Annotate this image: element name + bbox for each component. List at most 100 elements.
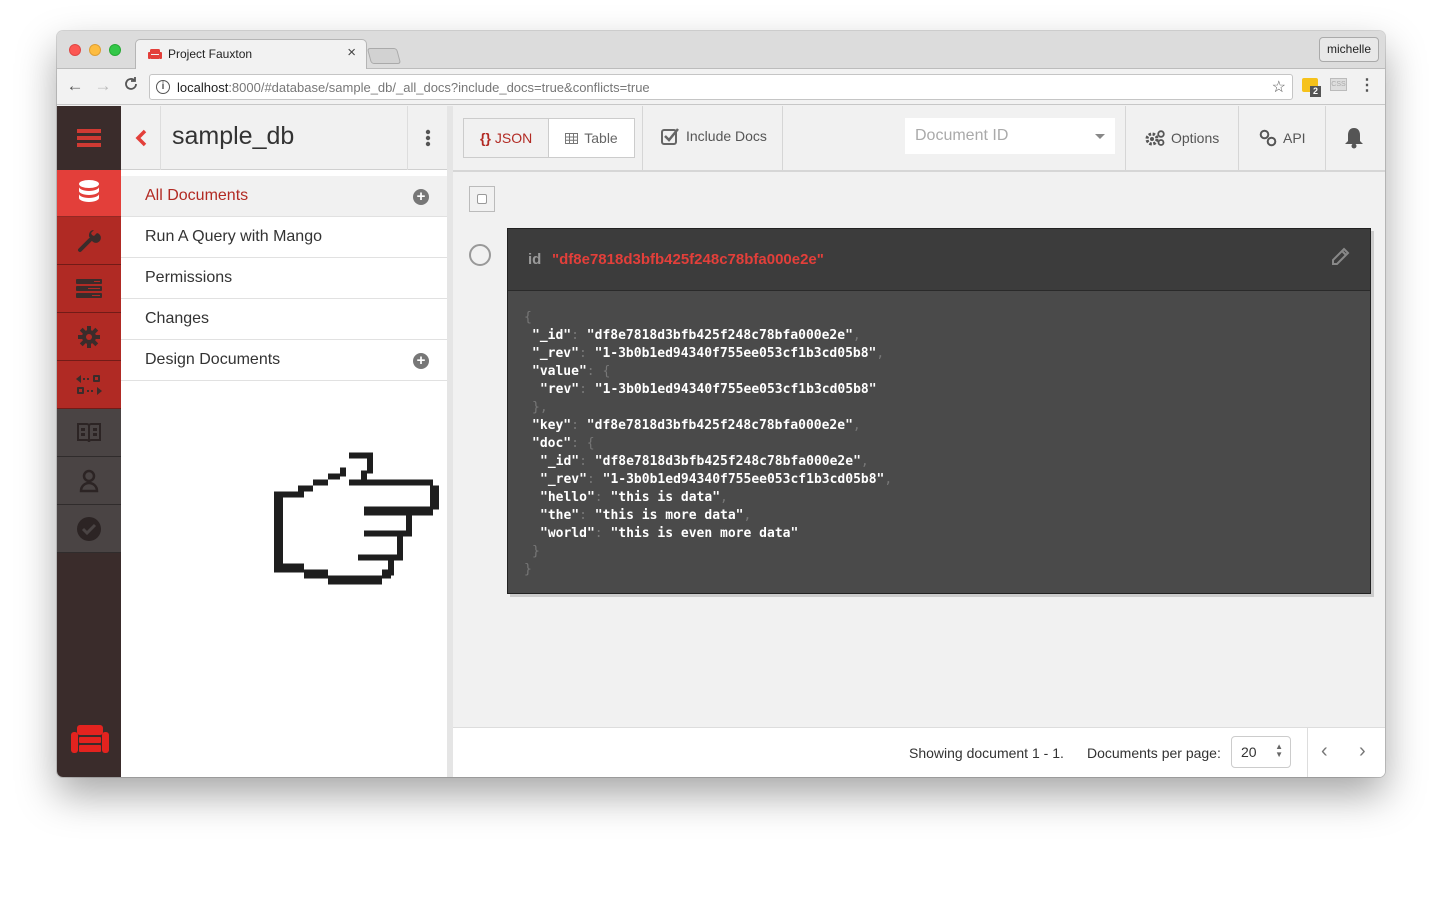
tab-close-icon[interactable]: × (347, 44, 356, 61)
json-colon: : (579, 454, 595, 469)
json-line: "_id": "df8e7818d3bfb425f248c78bfa000e2e… (524, 327, 1370, 345)
sidebar-item-all-documents[interactable]: All Documents + (121, 176, 447, 217)
user-icon (79, 469, 99, 492)
nav-documentation[interactable] (57, 409, 121, 457)
json-line: "doc": { (524, 435, 1370, 453)
json-key: "_rev" (540, 472, 587, 487)
reload-icon[interactable] (121, 76, 141, 97)
header-divider (642, 106, 643, 170)
add-document-icon[interactable]: + (413, 189, 429, 205)
nav-replication[interactable] (57, 361, 121, 409)
browser-toolbar: ← → i localhost:8000/#database/sample_db… (57, 69, 1385, 105)
json-colon: : (586, 364, 603, 379)
per-page-label: Documents per page: (1087, 745, 1221, 761)
address-bar[interactable]: i localhost:8000/#database/sample_db/_al… (149, 74, 1293, 100)
close-window-button[interactable] (69, 44, 81, 56)
json-key: "hello" (540, 490, 595, 505)
options-button[interactable]: Options (1145, 106, 1219, 170)
nav-databases[interactable] (57, 170, 121, 217)
server-list-icon (76, 278, 102, 298)
json-colon: : (579, 508, 595, 523)
fauxton-app: sample_db All Documents + Run A Query wi… (57, 106, 1385, 777)
chevron-left-icon (135, 129, 146, 147)
json-line: } (524, 543, 1370, 561)
document-select-radio[interactable] (469, 244, 491, 266)
document-id-input[interactable]: Document ID (905, 118, 1115, 154)
forward-arrow-icon[interactable]: → (93, 76, 113, 96)
link-icon (1259, 129, 1277, 147)
reload-glyph (125, 77, 137, 90)
json-line: "key": "df8e7818d3bfb425f248c78bfa000e2e… (524, 417, 1370, 435)
json-colon: : (571, 418, 587, 433)
json-colon: : (571, 436, 587, 451)
back-button[interactable] (121, 106, 161, 170)
add-design-document-icon[interactable]: + (413, 353, 429, 369)
url-text[interactable]: localhost:8000/#database/sample_db/_all_… (177, 80, 650, 95)
info-icon[interactable]: i (156, 80, 170, 94)
json-line: }, (524, 399, 1370, 417)
checkbox-checked-icon (661, 128, 679, 145)
nav-active-tasks[interactable] (57, 265, 121, 313)
table-view-button[interactable]: Table (549, 119, 634, 157)
nav-user[interactable] (57, 457, 121, 505)
json-key: "_rev" (532, 346, 579, 361)
minimize-window-button[interactable] (89, 44, 101, 56)
browser-menu-icon[interactable]: ⋮ (1359, 75, 1375, 95)
doc-id-value: "df8e7818d3bfb425f248c78bfa000e2e" (552, 251, 824, 268)
database-options-button[interactable] (407, 106, 447, 170)
next-page-button[interactable]: › (1359, 740, 1366, 763)
css-extension-icon[interactable]: CSS (1330, 78, 1347, 91)
json-value: "1-3b0b1ed94340f755ee053cf1b3cd05b8" (594, 382, 877, 397)
json-label: JSON (494, 130, 533, 146)
nav-setup[interactable] (57, 217, 121, 265)
json-value: "df8e7818d3bfb425f248c78bfa000e2e" (594, 454, 861, 469)
json-colon: : (594, 490, 611, 505)
json-punctuation: , (743, 508, 752, 523)
json-value: "this is data" (610, 490, 721, 505)
braces-icon: {} (480, 130, 491, 146)
header-divider (1125, 106, 1126, 170)
maximize-window-button[interactable] (109, 44, 121, 56)
sidebar-item-mango-query[interactable]: Run A Query with Mango (121, 217, 447, 258)
gear-icon (78, 325, 100, 348)
per-page-select[interactable]: 20 ▲ ▼ (1231, 736, 1291, 768)
view-toggle: {} JSON Table (463, 118, 635, 158)
notifications-button[interactable] (1343, 106, 1365, 170)
pencil-icon[interactable] (1330, 247, 1350, 272)
json-view-button[interactable]: {} JSON (464, 119, 550, 157)
sidebar-item-design-documents[interactable]: Design Documents + (121, 340, 447, 381)
json-line: } (524, 561, 1370, 579)
chevron-down-icon[interactable] (1095, 134, 1105, 139)
nav-config[interactable] (57, 313, 121, 361)
showing-status: Showing document 1 - 1. (909, 745, 1064, 761)
hamburger-menu-button[interactable] (57, 106, 121, 170)
sidebar-item-label: Design Documents (145, 351, 281, 368)
documents-content: id "df8e7818d3bfb425f248c78bfa000e2e" {"… (453, 172, 1385, 727)
updown-arrows-icon: ▲ ▼ (1275, 742, 1283, 759)
json-line: "_rev": "1-3b0b1ed94340f755ee053cf1b3cd0… (524, 471, 1370, 489)
json-punctuation: , (720, 490, 728, 505)
api-button[interactable]: API (1259, 106, 1306, 170)
include-docs-toggle[interactable]: Include Docs (661, 127, 767, 145)
bookmark-star-icon[interactable]: ☆ (1272, 77, 1286, 97)
json-punctuation: } (524, 562, 532, 577)
url-host: localhost (177, 80, 229, 95)
previous-page-button[interactable]: ‹ (1321, 740, 1328, 763)
json-line: "value": { (524, 363, 1370, 381)
json-line: "the": "this is more data", (524, 507, 1370, 525)
select-all-checkbox[interactable] (469, 186, 495, 212)
nav-verify[interactable] (57, 505, 121, 553)
sidebar-item-permissions[interactable]: Permissions (121, 258, 447, 299)
document-card[interactable]: id "df8e7818d3bfb425f248c78bfa000e2e" {"… (507, 228, 1371, 594)
sidebar-item-changes[interactable]: Changes (121, 299, 447, 340)
json-key: "value" (532, 364, 587, 379)
browser-tab[interactable]: Project Fauxton × (135, 39, 367, 70)
json-punctuation: { (586, 436, 595, 451)
json-value: "df8e7818d3bfb425f248c78bfa000e2e" (586, 328, 853, 343)
header-divider (1238, 106, 1239, 170)
documents-header: {} JSON Table Include Docs Document ID O… (453, 106, 1385, 172)
new-tab-button[interactable] (366, 48, 402, 64)
back-arrow-icon[interactable]: ← (65, 76, 85, 96)
json-key: "doc" (532, 436, 572, 451)
profile-button[interactable]: michelle (1318, 37, 1379, 62)
